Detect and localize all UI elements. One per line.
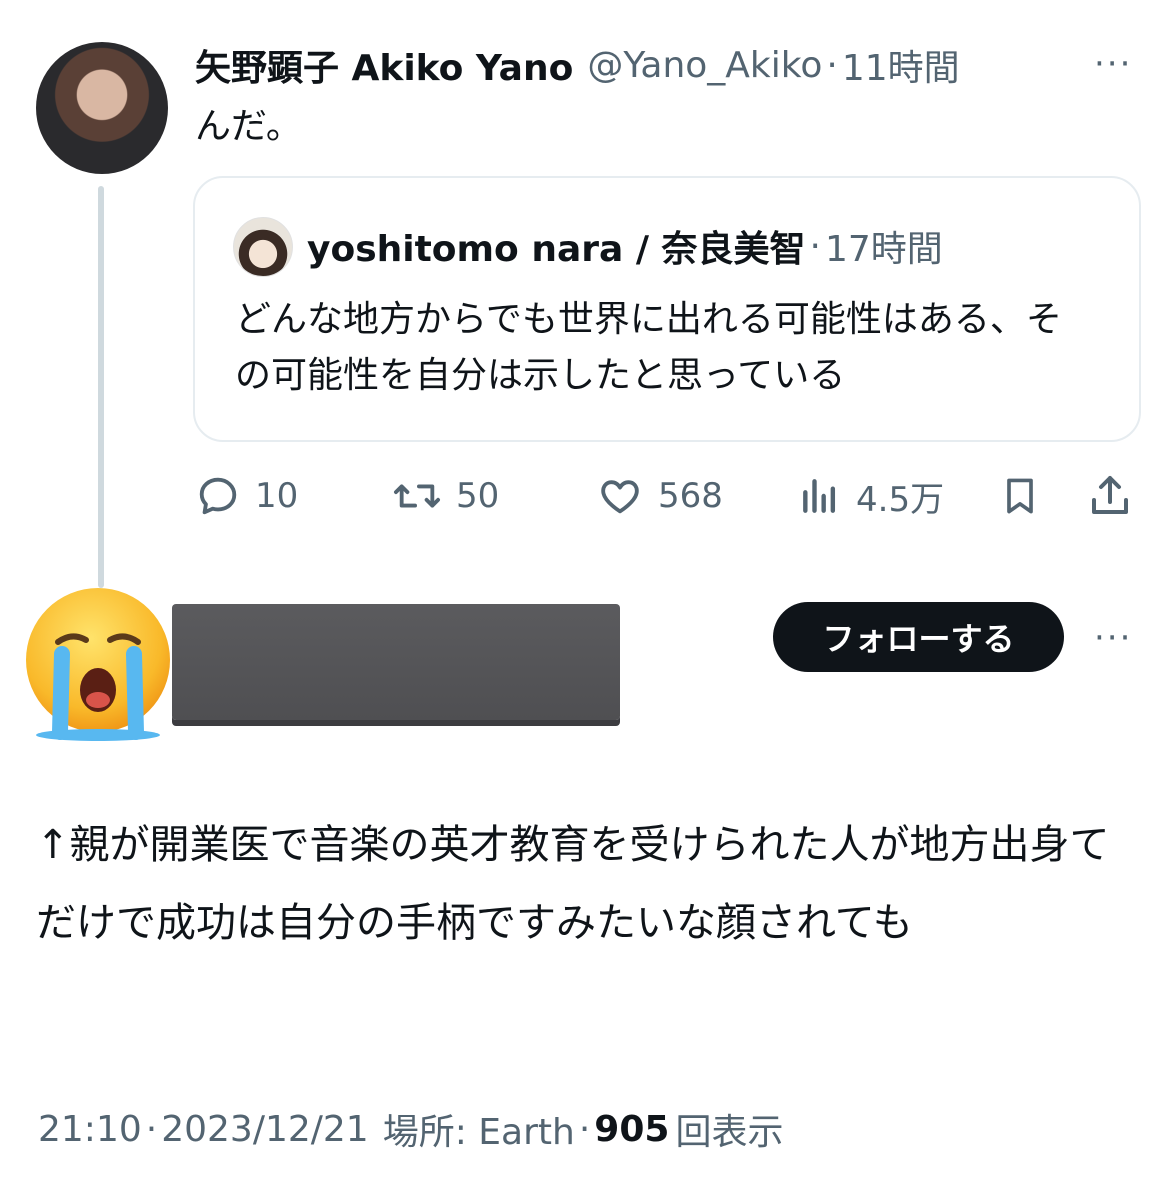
reply-count: 10	[255, 476, 299, 516]
reply-button[interactable]: 10	[195, 470, 298, 522]
crying-emoji-avatar[interactable]	[18, 582, 178, 742]
thread-connector	[98, 186, 104, 588]
bookmark-button[interactable]	[998, 470, 1042, 522]
author-avatar[interactable]	[36, 42, 168, 174]
views-icon	[798, 473, 842, 519]
tweet-location: 場所: Earth	[382, 1112, 575, 1153]
separator: ·	[826, 44, 838, 86]
retweet-button[interactable]: 50	[392, 470, 499, 522]
tweet-timestamp[interactable]: 21:10	[38, 1109, 142, 1150]
author-handle[interactable]: @Yano_Akiko	[587, 45, 822, 86]
redacted-username-block	[172, 604, 620, 720]
separator: ·	[145, 1108, 158, 1150]
more-options-icon[interactable]: ···	[1094, 618, 1132, 658]
retweet-icon	[392, 473, 442, 519]
views-count: 4.5万	[856, 479, 945, 520]
tweet-header: 矢野顕子 Akiko Yano @Yano_Akiko · 11時間	[195, 40, 960, 90]
like-button[interactable]: 568	[596, 470, 723, 522]
bookmark-icon	[998, 472, 1042, 520]
separator: ·	[809, 225, 821, 267]
tweet-meta: 21:10 · 2023/12/21 場所: Earth · 905 回表示	[38, 1104, 783, 1154]
reply-tweet-text: ↑親が開業医で音楽の英才教育を受けられた人が地方出身てだけで成功は自分の手柄です…	[36, 822, 1110, 946]
tweet-time[interactable]: 11時間	[842, 39, 960, 91]
like-count: 568	[658, 476, 723, 516]
views-label: 回表示	[675, 1112, 784, 1153]
quoted-author-avatar	[233, 217, 293, 277]
separator: ·	[578, 1108, 591, 1150]
share-button[interactable]	[1086, 470, 1134, 522]
more-options-icon[interactable]: ···	[1094, 44, 1132, 84]
quoted-tweet-text: どんな地方からでも世界に出れる可能性はある、その可能性を自分は示したと思っている	[235, 299, 1062, 396]
share-icon	[1086, 472, 1134, 520]
tweet-date[interactable]: 2023/12/21	[161, 1109, 369, 1150]
follow-button[interactable]: フォローする	[773, 602, 1064, 672]
retweet-count: 50	[456, 476, 500, 516]
tweet-text: んだ。	[195, 106, 302, 147]
like-icon	[596, 473, 644, 519]
quoted-tweet-time: 17時間	[824, 229, 943, 270]
views-button[interactable]: 4.5万	[798, 470, 944, 522]
views-number: 905	[594, 1108, 670, 1150]
reply-icon	[195, 473, 241, 519]
author-name[interactable]: 矢野顕子 Akiko Yano	[195, 39, 573, 91]
quoted-author-name: yoshitomo nara / 奈良美智	[307, 229, 806, 270]
quoted-tweet-header: yoshitomo nara / 奈良美智 · 17時間	[307, 220, 943, 272]
